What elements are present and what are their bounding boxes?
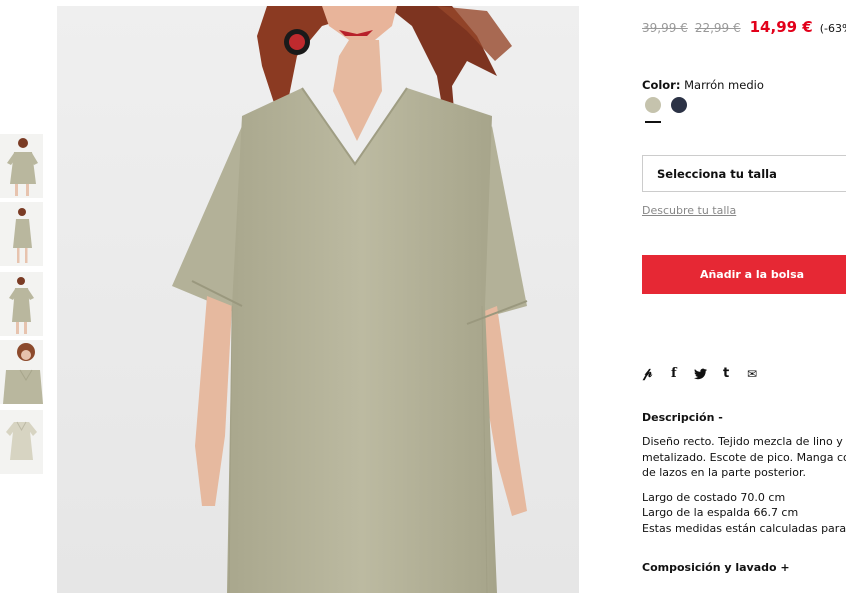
description-line: de lazos en la parte posterior. bbox=[642, 466, 806, 479]
composition-toggle[interactable]: Composición y lavado + bbox=[642, 561, 790, 574]
thumbnail-5[interactable] bbox=[0, 410, 43, 474]
color-label: Color: Marrón medio bbox=[642, 78, 764, 92]
add-to-bag-button[interactable]: Añadir a la bolsa bbox=[642, 255, 846, 294]
color-value: Marrón medio bbox=[684, 78, 764, 92]
description-line: Diseño recto. Tejido mezcla de lino y al bbox=[642, 435, 846, 448]
measure-line: Estas medidas están calculadas para u bbox=[642, 521, 846, 535]
thumbnail-3[interactable] bbox=[0, 272, 43, 336]
current-price: 14,99 € bbox=[749, 18, 813, 36]
selected-swatch-indicator bbox=[645, 121, 661, 123]
measure-line: Largo de la espalda 66.7 cm bbox=[642, 506, 799, 519]
twitter-icon[interactable] bbox=[694, 365, 707, 385]
tumblr-icon[interactable]: t bbox=[723, 365, 729, 383]
color-label-key: Color: bbox=[642, 78, 681, 92]
description-line: metalizado. Escote de pico. Manga cor bbox=[642, 450, 846, 464]
email-icon[interactable]: ✉ bbox=[747, 365, 757, 383]
color-swatch-khaki[interactable] bbox=[645, 97, 661, 113]
old-price-2: 22,99 € bbox=[694, 21, 741, 35]
measure-line: Largo de costado 70.0 cm bbox=[642, 490, 786, 504]
description-title[interactable]: Descripción - bbox=[642, 411, 723, 424]
facebook-icon[interactable]: f bbox=[671, 365, 677, 383]
size-select[interactable]: Selecciona tu talla bbox=[642, 155, 846, 192]
price-row: 39,99 € 22,99 € 14,99 € (-63%) bbox=[642, 18, 846, 36]
pinterest-icon[interactable]: 𝓅 bbox=[643, 365, 652, 383]
thumbnail-1[interactable] bbox=[0, 134, 43, 198]
description-text: Diseño recto. Tejido mezcla de lino y al… bbox=[642, 434, 846, 536]
product-info: 39,99 € 22,99 € 14,99 € (-63%) Color: Marró… bbox=[642, 0, 846, 593]
discount-badge: (-63%) bbox=[819, 22, 846, 35]
main-product-image[interactable] bbox=[57, 6, 579, 593]
color-swatch-navy[interactable] bbox=[671, 97, 687, 113]
thumbnail-4[interactable] bbox=[0, 340, 43, 404]
thumbnail-2[interactable] bbox=[0, 202, 43, 266]
size-guide-link[interactable]: Descubre tu talla bbox=[642, 204, 736, 217]
old-price: 39,99 € bbox=[642, 21, 688, 35]
